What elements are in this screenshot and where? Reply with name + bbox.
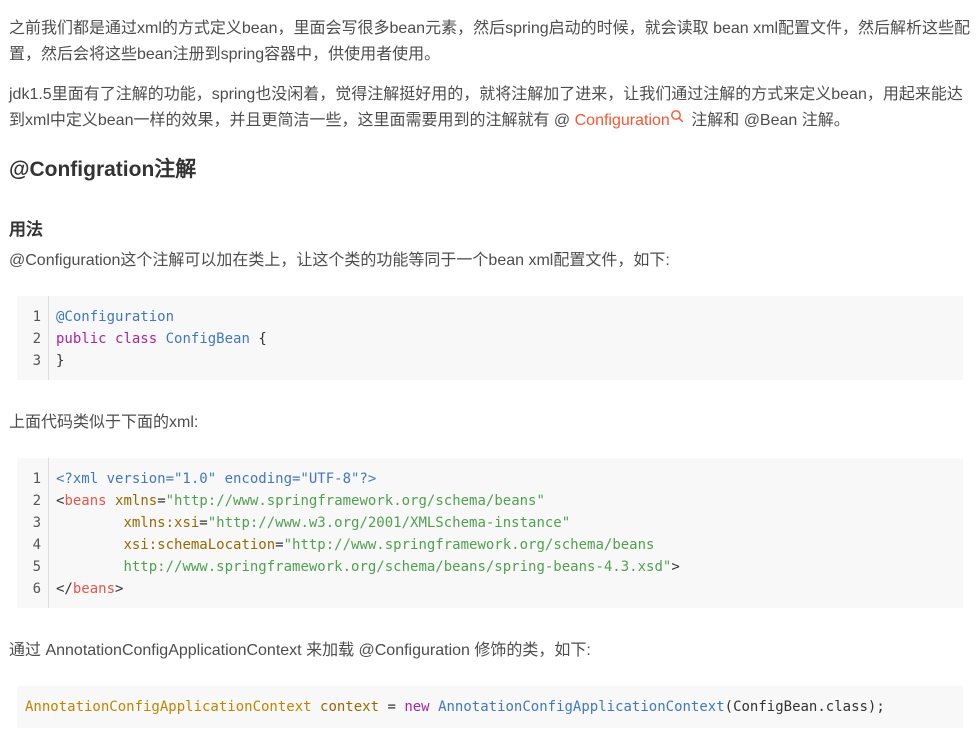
code-token: xmlns xyxy=(115,493,158,509)
code-token: beans xyxy=(72,581,116,597)
configuration-link[interactable]: Configuration xyxy=(575,112,670,129)
code-token: > xyxy=(115,581,124,597)
article-body: 之前我们都是通过xml的方式定义bean，里面会写很多bean元素，然后spri… xyxy=(0,0,979,753)
code-token: "http://www.w3.org/2001/XMLSchema-instan… xyxy=(207,515,571,531)
line-number: 1 xyxy=(32,471,41,487)
code-block-java: 1 @Configuration 2 public class ConfigBean… xyxy=(17,296,963,380)
line-number: 2 xyxy=(32,493,41,509)
code-token: (ConfigBean.class); xyxy=(724,699,885,715)
line-number: 4 xyxy=(32,537,41,553)
subsection-title: 用法 xyxy=(9,220,43,239)
code-block-context: AnnotationConfigApplicationContext conte… xyxy=(17,686,963,728)
intro-text-after: 注解和 @Bean 注解。 xyxy=(686,112,850,129)
code-token: = xyxy=(157,493,166,509)
code-token: http://www.springframework.org/schema/be… xyxy=(123,559,672,575)
code-line: 3} xyxy=(17,350,963,372)
context-intro: 通过 AnnotationConfigApplicationContext 来加… xyxy=(9,642,591,659)
line-number: 1 xyxy=(32,309,41,325)
search-icon[interactable] xyxy=(670,109,684,123)
code-token: AnnotationConfigApplicationContext xyxy=(438,699,725,715)
code-line: 4 xsi:schemaLocation="http://www.springf… xyxy=(17,534,963,556)
code-token: xmlns:xsi xyxy=(123,515,200,531)
code-token: class xyxy=(115,331,158,347)
line-number: 3 xyxy=(32,515,41,531)
code-token: = xyxy=(275,537,284,553)
code-token: { xyxy=(249,331,267,347)
code-token: </ xyxy=(56,581,73,597)
code-token: = xyxy=(199,515,208,531)
line-number: 3 xyxy=(32,353,41,369)
code-line: 3 xmlns:xsi="http://www.w3.org/2001/XMLS… xyxy=(17,512,963,534)
intro-paragraph-1: 之前我们都是通过xml的方式定义bean，里面会写很多bean元素，然后spri… xyxy=(9,20,971,63)
code-token: context xyxy=(320,699,380,715)
line-number: 2 xyxy=(32,331,41,347)
code-line: 1 @Configuration xyxy=(17,306,963,328)
code-token: ConfigBean xyxy=(165,331,250,347)
xml-intro: 上面代码类似于下面的xml: xyxy=(9,414,199,431)
code-token: "http://www.springframework.org/schema/b… xyxy=(283,537,655,553)
code-token: <?xml version="1.0" encoding="UTF-8"?> xyxy=(56,471,377,487)
section-title: @Configration注解 xyxy=(9,158,197,181)
code-line: 1 <?xml version="1.0" encoding="UTF-8"?> xyxy=(17,468,963,490)
code-line: AnnotationConfigApplicationContext conte… xyxy=(17,696,963,718)
code-token: xsi:schemaLocation xyxy=(123,537,276,553)
code-token: beans xyxy=(64,493,107,509)
code-token: new xyxy=(404,699,430,715)
code-token: @Configuration xyxy=(56,309,175,325)
code-token: "http://www.springframework.org/schema/b… xyxy=(165,493,545,509)
code-token: } xyxy=(56,353,65,369)
usage-description: @Configuration这个注解可以加在类上，让这个类的功能等同于一个bea… xyxy=(9,252,670,269)
intro-paragraph-2: jdk1.5里面有了注解的功能，spring也没闲着，觉得注解挺好用的，就将注解… xyxy=(9,82,974,134)
line-number: 5 xyxy=(32,559,41,575)
code-block-xml: 1 <?xml version="1.0" encoding="UTF-8"?> … xyxy=(17,458,963,608)
code-token: = xyxy=(379,699,405,715)
code-line: 6 </beans> xyxy=(17,578,963,600)
code-token: public xyxy=(56,331,107,347)
code-line: 5 http://www.springframework.org/schema/… xyxy=(17,556,963,578)
code-line: 2 <beans xmlns="http://www.springframewor… xyxy=(17,490,963,512)
code-token: > xyxy=(671,559,680,575)
code-line: 2 public class ConfigBean { xyxy=(17,328,963,350)
line-number: 6 xyxy=(32,581,41,597)
code-token: AnnotationConfigApplicationContext xyxy=(25,699,312,715)
